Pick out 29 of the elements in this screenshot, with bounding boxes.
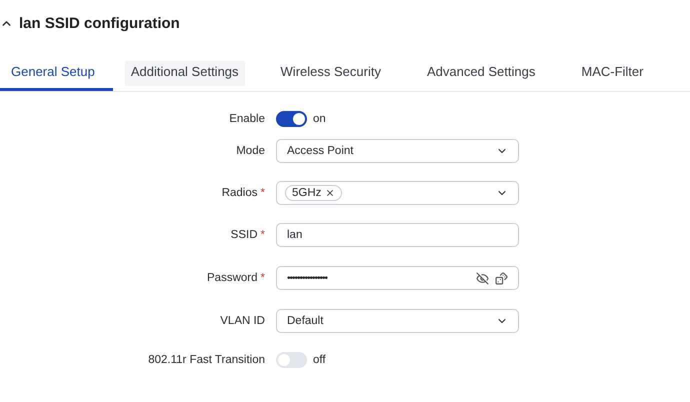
field-label: Radios xyxy=(222,187,258,199)
field-label: Enable xyxy=(229,113,265,125)
tab[interactable]: General Setup xyxy=(0,58,113,91)
tab[interactable]: Advanced Settings xyxy=(416,58,546,91)
field-label: Password xyxy=(207,272,258,284)
remove-icon[interactable] xyxy=(325,188,336,198)
radio-tag[interactable]: 5GHz xyxy=(285,185,342,201)
toggle-switch[interactable] xyxy=(276,111,307,127)
eye-off-icon[interactable] xyxy=(476,272,489,284)
tab[interactable]: Wireless Security xyxy=(270,58,391,91)
password-field[interactable]: •••••••••••••••• xyxy=(276,266,519,290)
toggle-switch[interactable] xyxy=(276,352,307,368)
field-label: VLAN ID xyxy=(220,315,265,327)
section-title: lan SSID configuration xyxy=(19,14,180,32)
dice-icon[interactable] xyxy=(495,272,508,284)
select-field[interactable]: Access Point xyxy=(276,139,519,163)
multi-select-field[interactable]: 5GHz xyxy=(276,181,519,205)
required-mark: * xyxy=(260,272,265,284)
tab[interactable]: Additional Settings xyxy=(124,61,245,86)
tab[interactable]: MAC-Filter xyxy=(571,58,654,91)
required-mark: * xyxy=(260,187,265,199)
select-field[interactable]: Default xyxy=(276,309,519,333)
field-label: SSID xyxy=(230,229,258,241)
toggle-state: on xyxy=(313,113,326,125)
toggle-state: off xyxy=(313,354,326,366)
required-mark: * xyxy=(260,229,265,241)
field-label: Mode xyxy=(236,145,265,157)
text-field[interactable]: lan xyxy=(276,223,519,247)
field-label: 802.11r Fast Transition xyxy=(148,354,265,366)
